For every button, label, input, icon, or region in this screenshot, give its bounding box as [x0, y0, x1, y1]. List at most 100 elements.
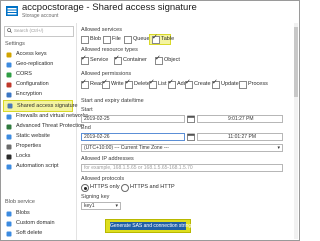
- scrollbar[interactable]: [294, 23, 298, 239]
- radio-label: HTTPS only: [90, 184, 120, 190]
- checkbox-label: Container: [123, 57, 147, 63]
- checkbox-label: Queue: [133, 36, 150, 42]
- checkbox-box: [103, 36, 111, 44]
- checkbox-label: File: [112, 36, 121, 42]
- search-placeholder: Search (Ctrl+/): [14, 28, 44, 33]
- start-time-input[interactable]: 9:01:27 PM: [197, 115, 283, 123]
- checkbox-box: [239, 81, 247, 89]
- sidebar-item-properties[interactable]: Properties: [3, 142, 73, 152]
- settings-section-label: Settings: [5, 41, 25, 47]
- firewall-icon: [6, 114, 12, 120]
- sidebar-item-blobs[interactable]: Blobs: [3, 209, 73, 219]
- timezone-select[interactable]: (UTC+10:00) --- Current Time Zone --- ▾: [81, 144, 283, 152]
- scrollbar-thumb[interactable]: [294, 27, 298, 97]
- sidebar-item-configuration[interactable]: Configuration: [3, 80, 73, 90]
- sidebar-item-label: Properties: [16, 143, 42, 149]
- sidebar-item-label: Locks: [16, 153, 31, 159]
- checkbox-label: Delete: [134, 81, 150, 87]
- sidebar-item-label: Access keys: [16, 51, 47, 57]
- blob-service-section-label: Blob service: [5, 199, 35, 205]
- checkbox-label: Create: [194, 81, 211, 87]
- sidebar-search-input[interactable]: Search (Ctrl+/): [4, 26, 74, 37]
- sidebar-item-geo-replication[interactable]: Geo-replication: [3, 60, 73, 70]
- generate-sas-button[interactable]: Generate SAS and connection string: [110, 222, 191, 230]
- sidebar-item-advanced-threat-protection[interactable]: Advanced Threat Protection: [3, 122, 84, 132]
- checkmark-icon: ✓: [81, 55, 87, 62]
- search-icon: [7, 28, 12, 33]
- calendar-icon[interactable]: [187, 133, 195, 141]
- checkbox-table[interactable]: ✓ Table: [149, 34, 175, 45]
- sidebar-item-label: Blobs: [16, 210, 30, 216]
- sidebar-item-cors[interactable]: CORS: [3, 70, 73, 80]
- lock-icon: [6, 154, 12, 160]
- radio-dot: [121, 184, 129, 192]
- window: accpocstorage - Shared access signature …: [0, 0, 300, 241]
- main-content: Allowed services Blob File Queue ✓ Table All…: [77, 23, 299, 240]
- end-label: End: [81, 125, 91, 131]
- ip-address-input[interactable]: for example, 168.1.5.65 or 168.1.5.65-16…: [81, 164, 283, 172]
- signing-key-select[interactable]: key1 ▾: [81, 202, 121, 210]
- sidebar-item-firewalls-and-virtual-networks[interactable]: Firewalls and virtual networks: [3, 112, 88, 122]
- domain-icon: [6, 221, 12, 227]
- allowed-ip-label: Allowed IP addresses: [81, 156, 134, 162]
- checkbox-box: [81, 36, 89, 44]
- sidebar-item-locks[interactable]: Locks: [3, 152, 73, 162]
- sidebar-item-soft-delete[interactable]: Soft delete: [3, 229, 73, 239]
- checkmark-icon: ✓: [212, 79, 218, 86]
- checkbox-label: Object: [164, 57, 180, 63]
- generate-sas-highlight: Generate SAS and connection string: [105, 219, 191, 233]
- sidebar-item-shared-access-signature[interactable]: Shared access signature: [3, 100, 78, 112]
- checkbox-label: Process: [248, 81, 268, 87]
- config-icon: [6, 82, 12, 88]
- properties-icon: [6, 144, 12, 150]
- checkbox-label: Table: [161, 36, 175, 42]
- shield-icon: [6, 124, 12, 130]
- checkmark-icon: ✓: [155, 55, 161, 62]
- start-date-input[interactable]: 2019-02-25: [81, 115, 185, 123]
- checkmark-icon: ✓: [149, 79, 155, 86]
- sidebar-item-label: Soft delete: [16, 230, 43, 236]
- calendar-icon[interactable]: [187, 115, 195, 123]
- checkmark-icon: ✓: [102, 79, 108, 86]
- checkmark-icon: ✓: [168, 79, 174, 86]
- allowed-permissions-label: Allowed permissions: [81, 71, 132, 77]
- checkbox-label: Blob: [90, 36, 102, 42]
- script-icon: [6, 164, 12, 170]
- sidebar-item-label: Advanced Threat Protection: [16, 123, 85, 129]
- sidebar-item-label: CORS: [16, 71, 32, 77]
- link-icon: [7, 103, 13, 109]
- chevron-down-icon: ▾: [115, 203, 118, 209]
- start-expiry-label: Start and expiry date/time: [81, 98, 144, 104]
- sidebar-item-label: Geo-replication: [16, 61, 54, 67]
- page-title: accpocstorage - Shared access signature: [22, 2, 197, 13]
- lock-icon: [6, 92, 12, 98]
- checkbox-label: Write: [111, 81, 124, 87]
- storage-account-icon: [6, 6, 18, 16]
- signing-key-label: Signing key: [81, 194, 110, 200]
- sidebar-item-label: Shared access signature: [17, 103, 78, 109]
- sidebar-item-access-keys[interactable]: Access keys: [3, 50, 73, 60]
- radio-label: HTTPS and HTTP: [130, 184, 175, 190]
- globe-icon: [6, 62, 12, 68]
- sidebar-item-label: Static website: [16, 133, 50, 139]
- checkmark-icon: ✓: [81, 79, 87, 86]
- sidebar-item-label: Automation script: [16, 163, 59, 169]
- end-time-input[interactable]: 11:01:27 PM: [197, 133, 283, 141]
- sidebar-item-static-website[interactable]: Static website: [3, 132, 73, 142]
- radio-dot: [81, 184, 89, 192]
- blade-header: accpocstorage - Shared access signature …: [1, 1, 299, 23]
- soft-delete-icon: [6, 231, 12, 237]
- key-icon: [6, 52, 12, 58]
- allowed-protocols-label: Allowed protocols: [81, 176, 125, 182]
- start-label: Start: [81, 107, 93, 113]
- sidebar-item-automation-script[interactable]: Automation script: [3, 162, 73, 172]
- chevron-down-icon: ▾: [277, 145, 280, 151]
- checkmark-icon: ✓: [114, 55, 120, 62]
- sidebar: Search (Ctrl+/) Settings Access keys Geo-…: [1, 23, 88, 240]
- sidebar-item-custom-domain[interactable]: Custom domain: [3, 219, 73, 229]
- end-date-input[interactable]: 2019-02-26: [81, 133, 185, 141]
- page-subtitle: Storage account: [22, 13, 59, 19]
- allowed-services-label: Allowed services: [81, 27, 122, 33]
- checkbox-label: Service: [90, 57, 109, 63]
- sidebar-item-encryption[interactable]: Encryption: [3, 90, 73, 100]
